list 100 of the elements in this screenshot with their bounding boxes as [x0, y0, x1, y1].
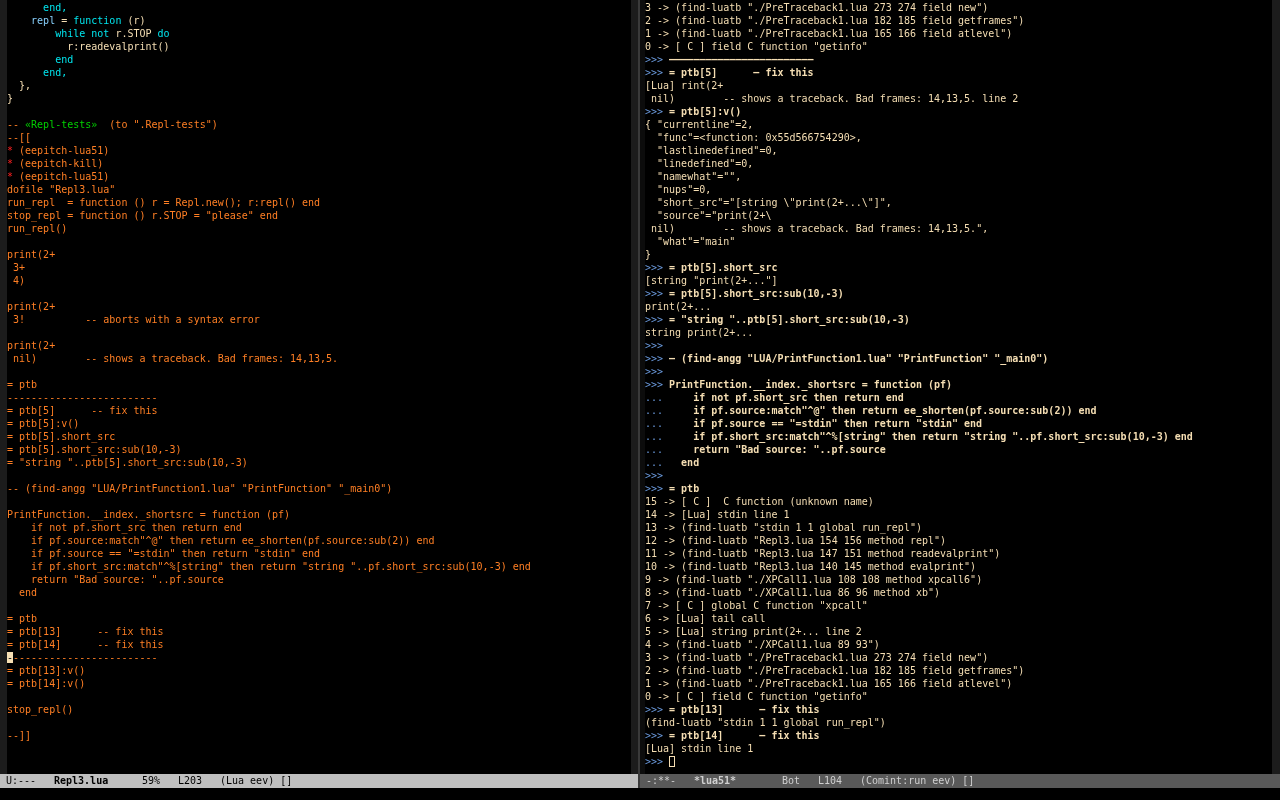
- code-line: * (eepitch-lua51): [7, 144, 110, 157]
- repl-output-line: 9 -> (find-luatb "./XPCall1.lua 108 108 method xpcall6"): [645, 573, 983, 586]
- line-number: L203: [178, 774, 204, 788]
- code-line: print(2+: [7, 248, 56, 261]
- code-line: print(2+: [7, 339, 56, 352]
- code-line: = ptb[5].short_src:sub(10,-3): [7, 443, 182, 456]
- repl-output-line: [Lua] rint(2+: [645, 79, 724, 92]
- code-line: if pf.source == "=stdin" then return "stdin" end: [30, 547, 321, 560]
- code-line: 3+: [12, 261, 26, 274]
- repl-output-line: }: [645, 248, 652, 261]
- code-line: -------------------------: [7, 391, 158, 404]
- repl-input-line: >>> = ptb[5]:v(): [645, 105, 742, 118]
- repl-output-line: 1 -> (find-luatb "./PreTraceback1.lua 165 166 field atlevel"): [645, 27, 1013, 40]
- repl-input-line: >>> = "string "..ptb[5].short_src:sub(10,-3): [645, 313, 910, 326]
- repl-output-line: [string "print(2+..."]: [645, 274, 778, 287]
- repl-output-line: "linedefined"=0,: [656, 157, 754, 170]
- repl-output-line: [Lua] stdin line 1: [645, 742, 754, 755]
- repl-input-line: ... if pf.source == "=stdin" then return "stdin" end: [645, 417, 983, 430]
- code-line: --]]: [7, 729, 32, 742]
- code-line: -- «Repl-tests» (to ".Repl-tests"): [7, 118, 218, 131]
- repl-output-line: 12 -> (find-luatb "Repl3.lua 154 156 method repl"): [645, 534, 947, 547]
- code-line: }: [7, 92, 14, 105]
- code-line: = ptb: [7, 612, 38, 625]
- repl-input-line: >>> ————————————————————————: [645, 53, 814, 66]
- code-line: = ptb[5]:v(): [7, 417, 80, 430]
- code-line: },: [18, 79, 32, 92]
- code-line: nil) -- shows a traceback. Bad frames: 14,13,5.: [12, 352, 339, 365]
- repl-output-line: 6 -> [Lua] tail call: [645, 612, 766, 625]
- repl-input-line: >>>: [645, 755, 676, 768]
- repl-input-line: >>>: [645, 469, 664, 482]
- code-line: end: [18, 586, 38, 599]
- repl-output-line: "namewhat"="",: [656, 170, 742, 183]
- repl-input-line: >>>: [645, 365, 664, 378]
- repl-output-line: 2 -> (find-luatb "./PreTraceback1.lua 182 185 field getframes"): [645, 14, 1025, 27]
- code-line: = ptb[5] -- fix this: [7, 404, 158, 417]
- code-line: = ptb[13] -- fix this: [7, 625, 164, 638]
- repl-input-line: ... if not pf.short_src then return end: [645, 391, 904, 404]
- repl-input-line: >>> = ptb: [645, 482, 700, 495]
- repl-output-line: 13 -> (find-luatb "stdin 1 1 global run_repl"): [645, 521, 922, 534]
- code-line: print(2+: [7, 300, 56, 313]
- repl-output-line: "lastlinedefined"=0,: [656, 144, 778, 157]
- code-line: = ptb[5].short_src: [7, 430, 116, 443]
- repl-output-line: "short_src"="[string \"print(2+...\"]",: [656, 196, 892, 209]
- code-line: --[[: [7, 131, 32, 144]
- repl-output-line: string print(2+...: [645, 326, 754, 339]
- code-line: = ptb[13]:v(): [7, 664, 86, 677]
- code-line: if pf.short_src:match"^%[string" then return "string "..pf.short_src:sub(10,-3) end: [30, 560, 531, 573]
- repl-output-line: 4 -> (find-luatb "./XPCall1.lua 89 93"): [645, 638, 880, 651]
- code-line: if not pf.short_src then return end: [30, 521, 242, 534]
- repl-output-line: nil) -- shows a traceback. Bad frames: 14,13,5.",: [650, 222, 989, 235]
- code-line: = "string "..ptb[5].short_src:sub(10,-3): [7, 456, 248, 469]
- code-line: if pf.source:match"^@" then return ee_shorten(pf.source:sub(2)) end: [30, 534, 435, 547]
- code-line: = ptb[14] -- fix this: [7, 638, 164, 651]
- buffer-name: *lua51*: [694, 774, 738, 788]
- code-line: end,: [42, 66, 68, 79]
- position-text: Bot: [782, 774, 802, 788]
- repl-input-line: >>> PrintFunction.__index._shortsrc = function (pf): [645, 378, 953, 391]
- repl-output-line: print(2+...: [645, 300, 712, 313]
- repl-input-line: >>> = ptb[5] — fix this: [645, 66, 814, 79]
- code-line: -------------------------: [7, 651, 158, 664]
- status-text: -:**-: [646, 774, 678, 788]
- position-text: 59%: [142, 774, 162, 788]
- repl-input-line: >>> = ptb[13] — fix this: [645, 703, 820, 716]
- buffer-name: Repl3.lua: [54, 774, 110, 788]
- repl-input-line: ... if pf.short_src:match"^%[string" then return "string "..pf.short_src:sub(10,-3) end: [645, 430, 1193, 443]
- mode-text: (Comint:run eev) []: [860, 774, 975, 788]
- repl-input-line: ... end: [645, 456, 700, 469]
- repl-output-line: 3 -> (find-luatb "./PreTraceback1.lua 273 274 field new"): [645, 651, 989, 664]
- code-line: while not r.STOP do: [54, 27, 170, 40]
- repl-output-line: 14 -> [Lua] stdin line 1: [645, 508, 790, 521]
- repl-output-line: 3 -> (find-luatb "./PreTraceback1.lua 273 274 field new"): [645, 1, 989, 14]
- code-line: = ptb: [7, 378, 38, 391]
- code-line: end,: [42, 1, 68, 14]
- repl-output-line: 10 -> (find-luatb "Repl3.lua 140 145 method evalprint"): [645, 560, 977, 573]
- repl-output-line: 0 -> [ C ] field C function "getinfo": [645, 690, 868, 703]
- code-line: 4): [12, 274, 26, 287]
- repl-output-line: 0 -> [ C ] field C function "getinfo": [645, 40, 868, 53]
- repl-input-line: >>> — (find-angg "LUA/PrintFunction1.lua" "PrintFunction" "_main0"): [645, 352, 1049, 365]
- mode-text: (Lua eev) []: [220, 774, 293, 788]
- code-line: end: [54, 53, 74, 66]
- repl-output-line: 7 -> [ C ] global C function "xpcall": [645, 599, 868, 612]
- code-line: = ptb[14]:v(): [7, 677, 86, 690]
- repl-output-line: 1 -> (find-luatb "./PreTraceback1.lua 165 166 field atlevel"): [645, 677, 1013, 690]
- repl-input-line: >>>: [645, 339, 664, 352]
- code-line: r:readevalprint(): [66, 40, 170, 53]
- code-line: return "Bad source: "..pf.source: [30, 573, 224, 586]
- repl-output-line: 15 -> [ C ] C function (unknown name): [645, 495, 874, 508]
- repl-output-line: 8 -> (find-luatb "./XPCall1.lua 86 96 method xb"): [645, 586, 940, 599]
- repl-output-line: nil) -- shows a traceback. Bad frames: 14,13,5. line 2: [650, 92, 1019, 105]
- line-number: L104: [818, 774, 844, 788]
- repl-input-line: ... return "Bad source: "..pf.source: [645, 443, 886, 456]
- repl-output-line: 11 -> (find-luatb "Repl3.lua 147 151 method readevalprint"): [645, 547, 1001, 560]
- repl-output-line: 5 -> [Lua] string print(2+... line 2: [645, 625, 862, 638]
- repl-output-line: { "currentline"=2,: [645, 118, 754, 131]
- code-line: 3! -- aborts with a syntax error: [12, 313, 260, 326]
- code-line: dofile "Repl3.lua": [7, 183, 116, 196]
- repl-output-line: "nups"=0,: [656, 183, 712, 196]
- status-text: U:---: [6, 774, 38, 788]
- code-line: run_repl = function () r = Repl.new(); r:repl() end: [7, 196, 321, 209]
- repl-output-line: "source"="print(2+\: [656, 209, 772, 222]
